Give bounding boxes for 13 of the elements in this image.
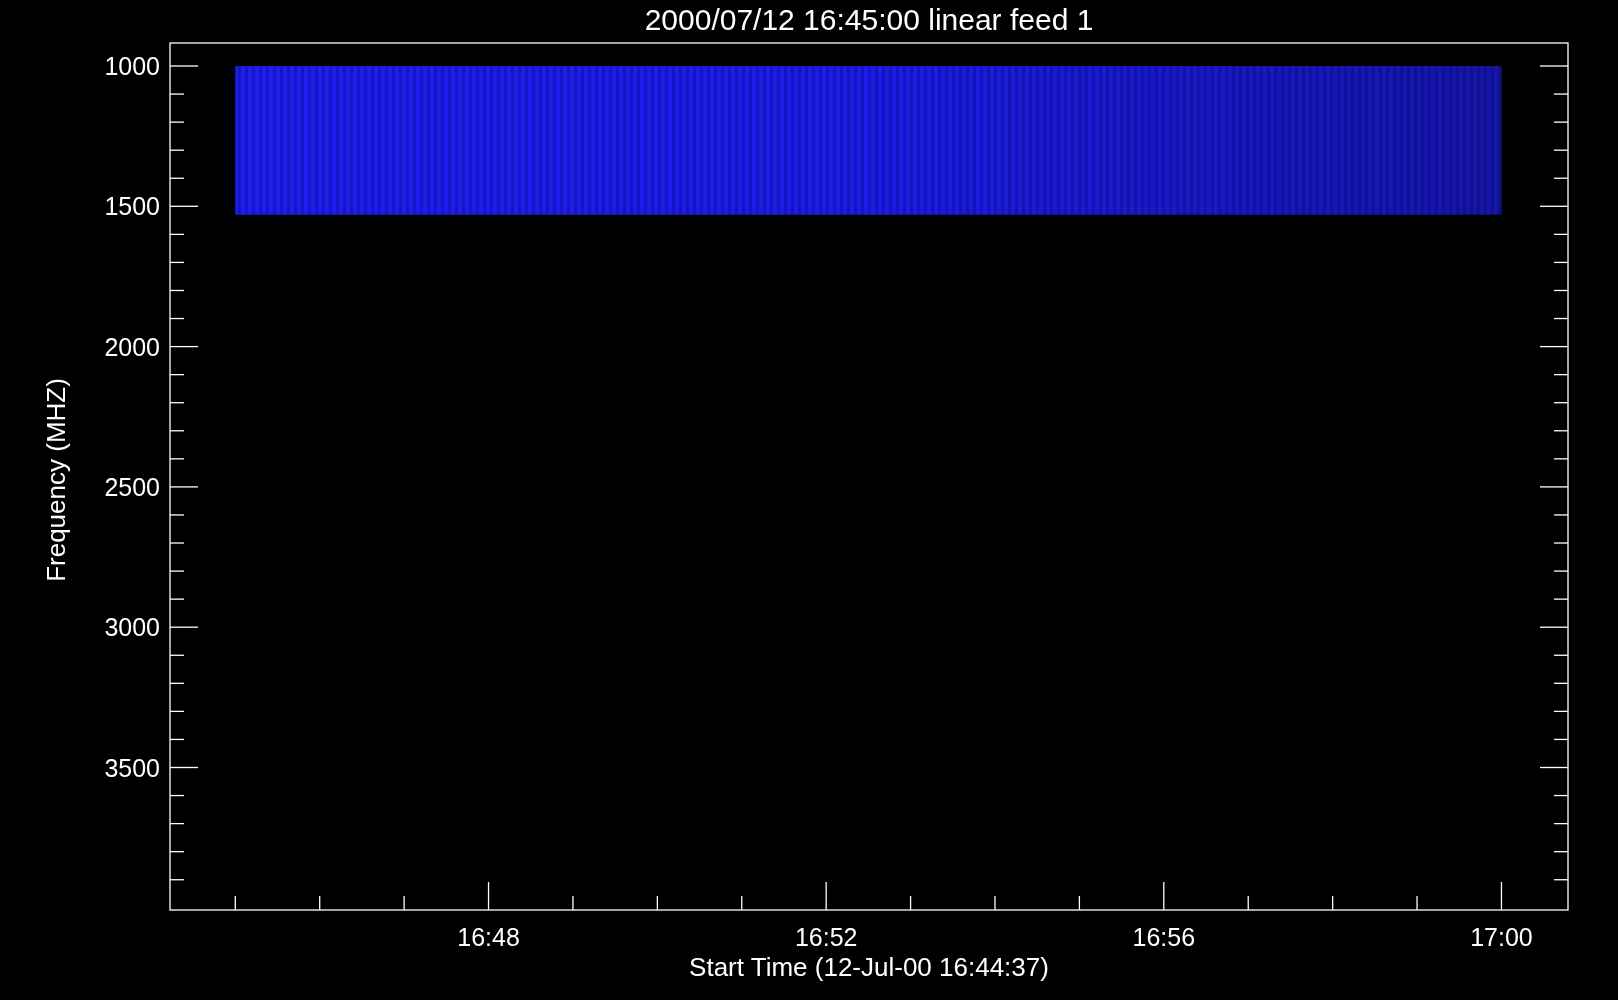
tick-label: 2500 bbox=[104, 472, 160, 501]
tick-label: 3000 bbox=[104, 613, 160, 642]
axis-label: Start Time (12-Jul-00 16:44:37) bbox=[689, 952, 1049, 982]
axis-label: Frequency (MHZ) bbox=[41, 378, 71, 582]
tick-label: 1000 bbox=[104, 52, 160, 80]
tick-label: 3500 bbox=[104, 753, 160, 782]
plot-title: 2000/07/12 16:45:00 linear feed 1 bbox=[644, 3, 1094, 36]
tick-label: 17:00 bbox=[1470, 923, 1533, 951]
tick-label: 16:52 bbox=[794, 923, 858, 951]
tick-label: 1500 bbox=[104, 192, 160, 221]
tick-label: 16:56 bbox=[1132, 923, 1196, 951]
tick-label: 2000 bbox=[104, 332, 160, 361]
tick-label: 16:48 bbox=[457, 923, 520, 951]
